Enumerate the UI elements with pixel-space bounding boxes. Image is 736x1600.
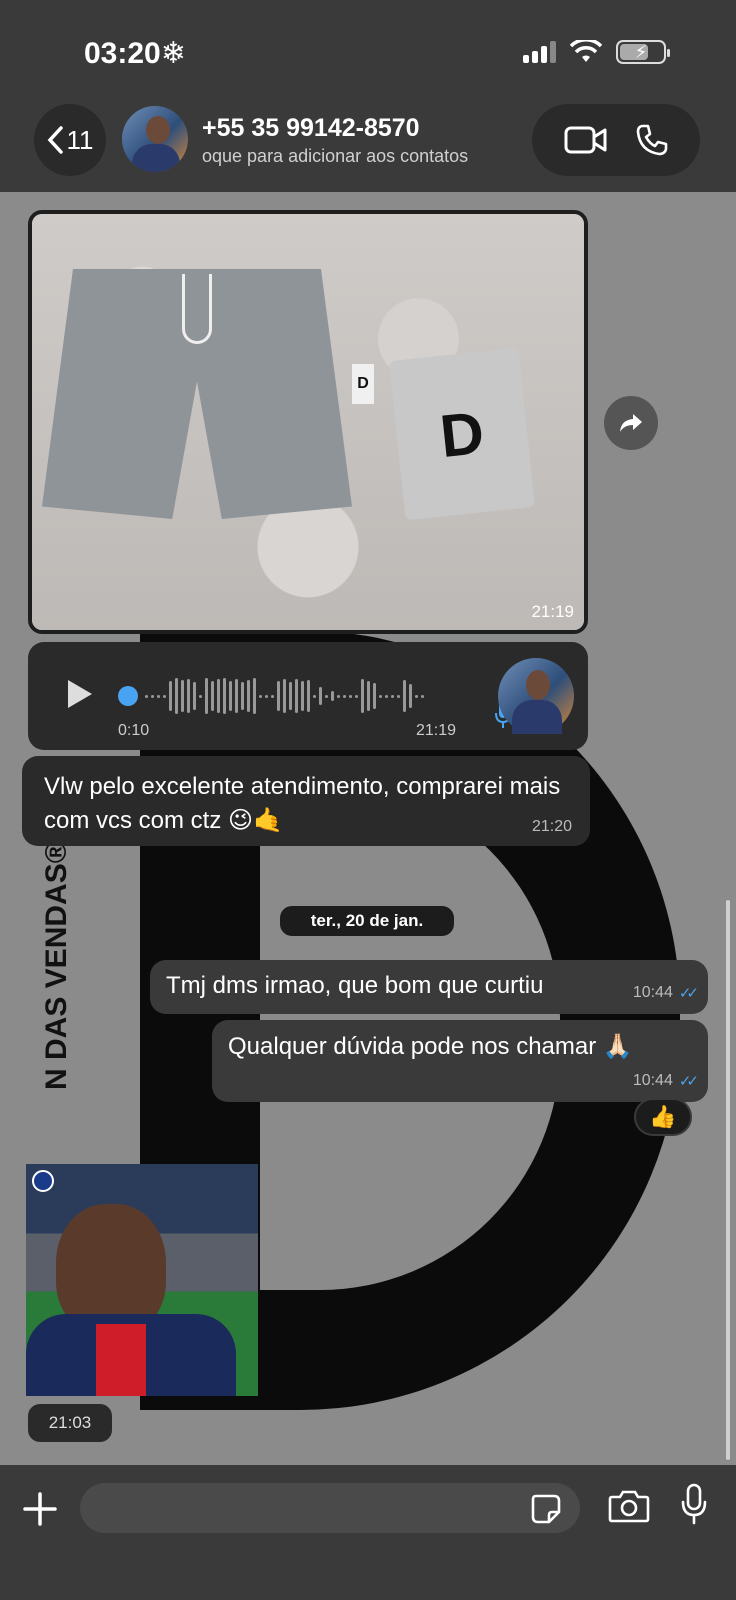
- unread-count: 11: [66, 124, 94, 155]
- message-meta: 10:44 ✓✓: [632, 984, 699, 1002]
- status-bar: 03:20❄ ⚡: [0, 0, 736, 100]
- status-icons: ⚡: [523, 40, 670, 64]
- plus-icon[interactable]: [22, 1491, 58, 1527]
- wifi-icon: [570, 40, 602, 62]
- photo-drawstring: [182, 274, 212, 344]
- sticker-shirt-stripe: [96, 1324, 146, 1396]
- incoming-text-message[interactable]: Vlw pelo excelente atendimento, comprare…: [22, 756, 590, 846]
- message-text: Vlw pelo excelente atendimento, comprare…: [44, 773, 561, 834]
- wallpaper-text: N DAS VENDAS®: [40, 841, 73, 1090]
- sticker-icon[interactable]: [530, 1493, 562, 1525]
- voice-waveform[interactable]: [118, 676, 424, 716]
- video-call-icon[interactable]: [564, 125, 608, 155]
- scrollbar[interactable]: [726, 900, 730, 1460]
- photo-package: D: [388, 347, 536, 521]
- read-ticks-icon: ✓✓: [678, 985, 699, 1002]
- playhead-dot[interactable]: [118, 686, 138, 706]
- club-logo: [32, 1170, 54, 1192]
- play-icon[interactable]: [66, 678, 94, 710]
- reaction-badge[interactable]: 👍: [634, 1098, 692, 1136]
- message-text: Tmj dms irmao, que bom que curtiu: [166, 972, 544, 999]
- message-meta: 10:44 ✓✓: [632, 1072, 699, 1090]
- snow-icon: ❄: [160, 37, 186, 70]
- battery-icon: ⚡: [616, 40, 670, 64]
- photo-tag: D: [352, 364, 374, 404]
- contact-subtitle[interactable]: oque para adicionar aos contatos: [202, 146, 512, 167]
- message-text: Qualquer dúvida pode nos chamar 🙏🏻: [228, 1033, 633, 1060]
- microphone-icon[interactable]: [680, 1483, 708, 1525]
- clock: 03:20❄: [84, 37, 186, 70]
- sticker-message[interactable]: [26, 1164, 258, 1396]
- signal-icon: [523, 41, 556, 63]
- message-time: 10:44: [632, 984, 673, 1001]
- forward-button[interactable]: [604, 396, 658, 450]
- compose-bar: [0, 1465, 736, 1600]
- contact-name[interactable]: +55 35 99142-8570: [202, 114, 420, 143]
- contact-avatar[interactable]: [122, 106, 188, 172]
- image-message[interactable]: D D 21:19: [28, 210, 588, 634]
- voice-message[interactable]: 0:10 21:19: [28, 642, 588, 750]
- camera-icon[interactable]: [608, 1489, 650, 1523]
- sender-avatar: [498, 658, 574, 734]
- message-time: 21:19: [416, 722, 457, 739]
- message-time: 21:20: [531, 818, 572, 835]
- message-time: 21:03: [28, 1404, 112, 1442]
- date-divider: ter., 20 de jan.: [280, 906, 454, 936]
- chat-header: 11 +55 35 99142-8570 oque para adicionar…: [0, 100, 736, 192]
- phone-call-icon[interactable]: [635, 123, 669, 157]
- forward-icon: [620, 414, 642, 432]
- voice-duration: 0:10: [118, 722, 150, 739]
- outgoing-text-message[interactable]: Qualquer dúvida pode nos chamar 🙏🏻 10:44…: [212, 1020, 708, 1102]
- message-input[interactable]: [80, 1483, 580, 1533]
- back-button[interactable]: 11: [34, 104, 106, 176]
- read-ticks-icon: ✓✓: [678, 1073, 699, 1090]
- call-actions: [532, 104, 700, 176]
- message-time: 21:19: [531, 602, 574, 621]
- chevron-left-icon: [47, 126, 63, 154]
- outgoing-text-message[interactable]: Tmj dms irmao, que bom que curtiu 10:44 …: [150, 960, 708, 1014]
- message-time: 10:44: [632, 1072, 673, 1089]
